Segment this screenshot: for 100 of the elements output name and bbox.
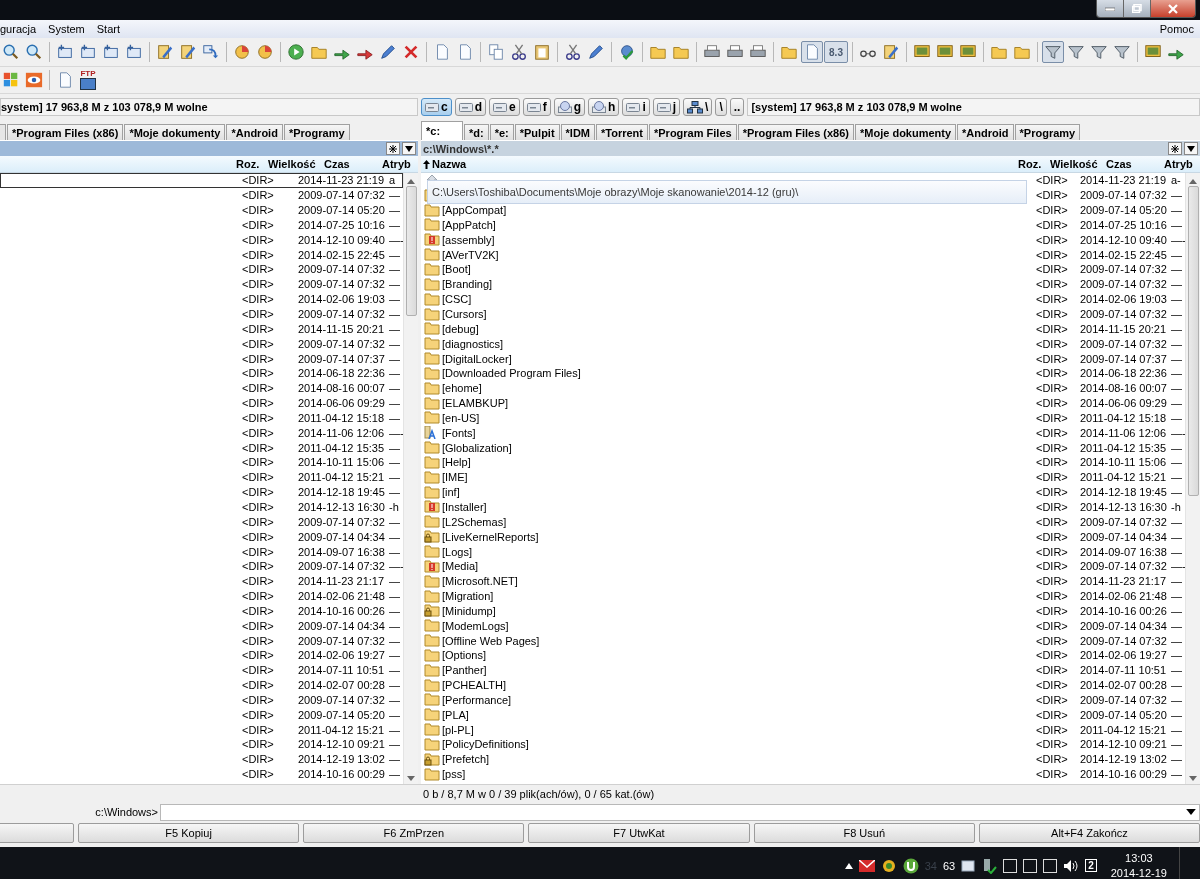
folder-tab[interactable]: *e: [489,124,514,140]
file-row[interactable]: <DIR> 2009-07-14 07:32 — [0,633,403,648]
file-row[interactable]: <DIR> 2014-06-06 09:29 — [0,395,403,411]
show-hidden-icons-icon[interactable] [844,862,853,869]
file-row[interactable]: <DIR> 2014-07-11 10:51 — [0,662,403,678]
folder-name[interactable]: [pss] [442,768,466,781]
drive-button[interactable]: h [588,98,620,116]
folder-tab[interactable]: *Moje dokumenty [855,124,957,140]
drive-button[interactable]: f [522,98,551,116]
folder-name[interactable]: [AVerTV2K] [442,248,499,261]
file-row[interactable]: <DIR> 2009-07-14 05:20 — [0,202,403,218]
folder-name[interactable]: [Help] [442,456,471,469]
tray-square-icon[interactable] [1043,858,1058,873]
folder-tab[interactable]: *Program Files (x86) [7,124,124,140]
column-heading[interactable]: Nazwa [421,158,1018,170]
tray-square-icon[interactable] [1003,858,1018,873]
folder-name[interactable]: [Downloaded Program Files] [442,367,581,380]
folder-tab[interactable]: *Torrent [596,124,648,140]
file-row[interactable]: <DIR> 2009-07-14 07:32 — [0,276,403,292]
menu-item[interactable]: guracja [0,23,43,35]
folder-name[interactable]: [Media] [442,560,479,573]
path-text[interactable]: c:\Windows\*.* [421,142,499,155]
folder-name[interactable]: [L2Schemas] [442,515,507,528]
file-row[interactable]: <DIR> 2014-02-06 19:27 — [0,648,403,663]
file-row[interactable]: <DIR> 2014-08-16 00:07 — [0,380,403,396]
folder-name[interactable]: [DigitalLocker] [442,352,512,365]
folder-tab[interactable]: *Programy [1014,124,1081,140]
file-row[interactable]: <DIR> 2014-09-07 16:38 — [0,544,403,559]
folder-name[interactable]: [AppPatch] [442,218,496,231]
function-key-button[interactable] [0,823,74,843]
folder-name[interactable]: [PCHEALTH] [442,679,506,692]
folder-name[interactable]: [Offline Web Pages] [442,634,540,647]
file-row[interactable]: <DIR> 2011-04-12 15:21 — [0,469,403,485]
file-row[interactable]: <DIR> 2009-07-14 07:32 — [0,692,403,708]
column-heading[interactable]: Atryb [382,158,418,170]
file-row[interactable]: <DIR> 2014-02-15 22:45 — [0,247,403,263]
function-key-button[interactable]: Alt+F4 Zakończ [978,823,1200,843]
scrollbar-thumb[interactable] [1187,186,1199,496]
file-row[interactable]: <DIR> 2009-07-14 05:20 — [0,707,403,723]
drive-button[interactable]: j [652,98,681,116]
menu-item[interactable]: Pomoc [1153,23,1200,35]
folder-name[interactable]: [Prefetch] [442,753,490,766]
file-row[interactable]: <DIR> 2014-06-18 22:36 — [0,365,403,381]
file-row[interactable]: <DIR> 2014-11-15 20:21 — [0,321,403,337]
file-row[interactable]: <DIR> 2014-10-11 15:06 — [0,455,403,470]
folder-name[interactable]: [inf] [442,486,460,499]
page-icon[interactable] [801,41,823,63]
funnel-icon[interactable] [1042,41,1064,63]
root-button[interactable]: \ [715,98,727,116]
folder-name[interactable]: [LiveKernelReports] [442,530,539,543]
file-row[interactable]: <DIR> 2009-07-14 07:32 — [0,262,403,277]
file-row[interactable]: <DIR> 2009-07-14 07:32 — [0,187,403,203]
tray-badge[interactable]: 2 [1085,859,1097,872]
history-dropdown-button[interactable] [402,142,416,155]
folder-name[interactable]: [Cursors] [442,308,487,320]
folder-tab[interactable]: *d: [464,124,489,140]
file-row[interactable]: <DIR> 2014-12-18 19:45 — [0,484,403,500]
function-key-button[interactable]: F6 ZmPrzen [303,823,525,843]
column-heading[interactable]: Roz. [1018,158,1050,170]
folder-name[interactable]: [ELAMBKUP] [442,397,509,410]
folder-name[interactable]: [PolicyDefinitions] [442,738,529,751]
function-key-button[interactable]: F8 Usuń [753,823,975,843]
speaker-icon[interactable] [1063,858,1080,873]
file-row[interactable]: <DIR> 2009-07-14 07:32 — [0,514,403,530]
folder-name[interactable]: [Logs] [442,545,472,558]
folder-name[interactable]: [AppCompat] [442,204,507,217]
folder-name[interactable]: [Migration] [442,590,494,603]
file-row[interactable]: <DIR> 2009-07-14 04:34 — [0,618,403,634]
tray-square-icon[interactable] [1023,858,1038,873]
column-heading[interactable]: Wielkość [268,158,324,170]
folder-name[interactable]: [Performance] [442,693,512,706]
column-heading[interactable]: Roz. [236,158,268,170]
up-button[interactable]: .. [729,98,745,116]
drive-button[interactable]: g [553,98,586,116]
folder-name[interactable]: [debug] [442,322,479,335]
file-row[interactable]: <DIR> 2014-02-07 00:28 — [0,677,403,693]
drive-button[interactable]: d [454,98,487,116]
folder-name[interactable]: [Globalization] [442,441,512,454]
folder-name[interactable]: [Panther] [442,664,487,677]
folder-name[interactable]: [Microsoft.NET] [442,575,518,588]
column-heading[interactable]: Czas [324,158,382,170]
folder-name[interactable]: [pl-PL] [442,723,474,736]
file-row[interactable]: <DIR> 2009-07-14 07:32 — [0,336,403,352]
drive-button[interactable]: i [622,98,650,116]
menu-item[interactable]: System [42,23,91,35]
folder-tab[interactable]: *Android [957,124,1014,140]
folder-tab[interactable]: *Program Files (x86) [737,124,854,140]
file-row[interactable]: <DIR> 2014-12-13 16:30 -h [0,499,403,515]
file-row[interactable]: <DIR> 2014-10-16 00:29 — [0,766,403,782]
file-row[interactable]: <DIR> 2014-02-06 21:48 — [0,588,403,604]
column-heading[interactable]: Czas [1106,158,1164,170]
file-row[interactable]: <DIR> 2014-12-10 09:40 —- [0,232,403,248]
scrollbar-thumb[interactable] [405,186,417,316]
folder-name[interactable]: [Minidump] [442,604,496,617]
star-button[interactable] [1168,142,1182,155]
star-button[interactable] [386,142,400,155]
function-key-button[interactable]: F5 Kopiuj [78,823,300,843]
drive-icon[interactable] [961,858,976,873]
file-row[interactable]: <DIR> 2014-10-16 00:26 — [0,603,403,619]
folder-name[interactable]: [diagnostics] [442,337,504,350]
